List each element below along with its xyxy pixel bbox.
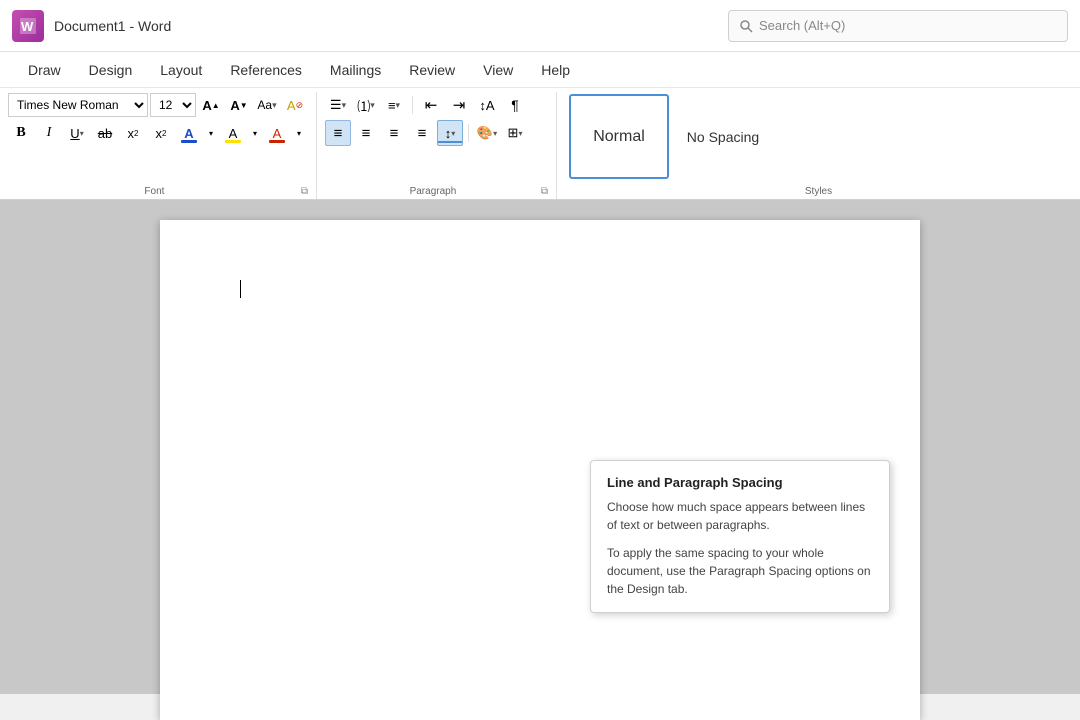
paragraph-group-label: Paragraph: [325, 186, 541, 197]
align-left-button[interactable]: ≡: [325, 120, 351, 146]
search-placeholder: Search (Alt+Q): [759, 18, 845, 33]
clear-formatting-button[interactable]: A⊘: [282, 92, 308, 118]
menu-design[interactable]: Design: [77, 58, 145, 82]
bullet-list-button[interactable]: ☰▾: [325, 92, 351, 118]
paragraph-group: ☰▾ ⑴▾ ≡▾ ⇤ ⇥ ↕A ¶ ≡ ≡ ≡ ≡ ↕▾ 🎨▾: [317, 92, 557, 199]
ribbon: Times New Roman 12 A▲ A▼ Aa ▾ A⊘ B I U ▾…: [0, 88, 1080, 200]
dropdown-arrow-font-color[interactable]: ▾: [204, 120, 218, 146]
tooltip-box: Line and Paragraph Spacing Choose how mu…: [590, 460, 890, 613]
superscript-button[interactable]: x2: [148, 120, 174, 146]
menu-help[interactable]: Help: [529, 58, 582, 82]
tooltip-line2: To apply the same spacing to your whole …: [607, 544, 873, 598]
font-grow-button[interactable]: A▲: [198, 92, 224, 118]
font-group-label: Font: [8, 186, 301, 197]
app-icon: W: [12, 10, 44, 42]
multilevel-list-button[interactable]: ≡▾: [381, 92, 407, 118]
dropdown-arrow-highlight[interactable]: ▾: [248, 120, 262, 146]
menu-layout[interactable]: Layout: [148, 58, 214, 82]
numbered-list-button[interactable]: ⑴▾: [353, 92, 379, 118]
menu-references[interactable]: References: [218, 58, 314, 82]
menu-review[interactable]: Review: [397, 58, 467, 82]
increase-indent-button[interactable]: ⇥: [446, 92, 472, 118]
bold-button[interactable]: B: [8, 120, 34, 146]
dropdown-arrow-font-color2[interactable]: ▾: [292, 120, 306, 146]
decrease-indent-button[interactable]: ⇤: [418, 92, 444, 118]
text-cursor: [240, 280, 241, 298]
borders-button[interactable]: ⊞▾: [502, 120, 528, 146]
svg-text:W: W: [21, 19, 34, 34]
tooltip-body: Choose how much space appears between li…: [607, 498, 873, 598]
para-separator-2: [468, 124, 469, 142]
font-group: Times New Roman 12 A▲ A▼ Aa ▾ A⊘ B I U ▾…: [0, 92, 317, 199]
document-area: Line and Paragraph Spacing Choose how mu…: [0, 200, 1080, 694]
menu-draw[interactable]: Draw: [16, 58, 73, 82]
menu-view[interactable]: View: [471, 58, 525, 82]
shading-button[interactable]: 🎨▾: [474, 120, 500, 146]
font-row-2: B I U ▾ ab x2 x2 A ▾ A ▾: [8, 120, 308, 146]
para-separator-1: [412, 96, 413, 114]
font-color2-button[interactable]: A: [264, 120, 290, 146]
font-shrink-button[interactable]: A▼: [226, 92, 252, 118]
font-size-select[interactable]: 12: [150, 93, 196, 117]
underline-button[interactable]: U ▾: [64, 120, 90, 146]
font-row-1: Times New Roman 12 A▲ A▼ Aa ▾ A⊘: [8, 92, 308, 118]
line-spacing-button[interactable]: ↕▾: [437, 120, 463, 146]
show-formatting-button[interactable]: ¶: [502, 92, 528, 118]
italic-button[interactable]: I: [36, 120, 62, 146]
font-color-button[interactable]: A: [176, 120, 202, 146]
styles-group: Normal No Spacing Styles: [557, 92, 1080, 199]
menu-mailings[interactable]: Mailings: [318, 58, 393, 82]
styles-area: Normal No Spacing: [565, 92, 773, 195]
justify-button[interactable]: ≡: [409, 120, 435, 146]
styles-group-label: Styles: [565, 186, 1072, 197]
window-title: Document1 - Word: [54, 18, 728, 34]
font-name-select[interactable]: Times New Roman: [8, 93, 148, 117]
para-row-2: ≡ ≡ ≡ ≡ ↕▾ 🎨▾ ⊞▾: [325, 120, 528, 146]
font-expand-button[interactable]: ⧉: [301, 186, 308, 197]
menu-bar: Draw Design Layout References Mailings R…: [0, 52, 1080, 88]
paragraph-expand-button[interactable]: ⧉: [541, 186, 548, 197]
subscript-button[interactable]: x2: [120, 120, 146, 146]
align-center-button[interactable]: ≡: [353, 120, 379, 146]
tooltip-line1: Choose how much space appears between li…: [607, 498, 873, 534]
style-normal-button[interactable]: Normal: [569, 94, 669, 179]
change-case-button[interactable]: Aa ▾: [254, 92, 280, 118]
style-no-spacing-button[interactable]: No Spacing: [673, 94, 773, 179]
para-row-1: ☰▾ ⑴▾ ≡▾ ⇤ ⇥ ↕A ¶: [325, 92, 528, 118]
search-bar[interactable]: Search (Alt+Q): [728, 10, 1068, 42]
align-right-button[interactable]: ≡: [381, 120, 407, 146]
title-bar: W Document1 - Word Search (Alt+Q): [0, 0, 1080, 52]
highlight-button[interactable]: A: [220, 120, 246, 146]
sort-button[interactable]: ↕A: [474, 92, 500, 118]
strikethrough-button[interactable]: ab: [92, 120, 118, 146]
search-icon: [739, 19, 753, 33]
tooltip-title: Line and Paragraph Spacing: [607, 475, 873, 490]
